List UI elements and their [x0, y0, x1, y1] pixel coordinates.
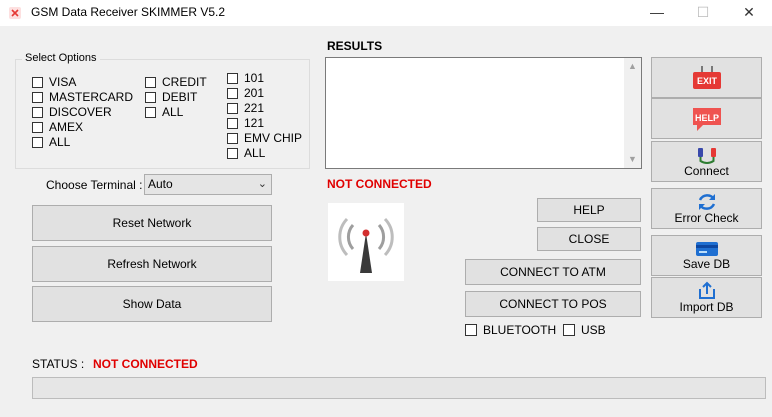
- checkbox-201[interactable]: 201: [227, 86, 264, 100]
- checkbox-101[interactable]: 101: [227, 71, 264, 85]
- connection-status-text: NOT CONNECTED: [327, 177, 432, 191]
- maximize-button[interactable]: ☐: [680, 0, 726, 26]
- checkbox-label: CREDIT: [162, 75, 207, 89]
- checkbox-box[interactable]: [32, 91, 43, 103]
- chevron-down-icon[interactable]: ⌄: [258, 175, 267, 194]
- checkbox-121[interactable]: 121: [227, 116, 264, 130]
- plug-icon: [697, 148, 716, 164]
- exit-badge-text: EXIT: [696, 76, 717, 86]
- refresh-icon: [698, 194, 715, 210]
- status-label: STATUS :: [32, 357, 85, 371]
- import-icon: [698, 281, 715, 299]
- checkbox-box[interactable]: [32, 136, 43, 148]
- checkbox-amex[interactable]: AMEX: [32, 120, 83, 134]
- checkbox-label: VISA: [49, 75, 77, 89]
- terminal-select-value: Auto: [148, 177, 173, 191]
- close-button[interactable]: CLOSE: [537, 227, 641, 251]
- checkbox-credit[interactable]: CREDIT: [145, 75, 207, 89]
- checkbox-box[interactable]: [227, 117, 238, 129]
- reset-network-button[interactable]: Reset Network: [32, 205, 272, 241]
- checkbox-box[interactable]: [465, 324, 477, 336]
- connect-to-pos-button[interactable]: CONNECT TO POS: [465, 291, 641, 317]
- checkbox-label: ALL: [162, 105, 184, 119]
- title-bar: GSM Data Receiver SKIMMER V5.2 — ☐ ✕: [0, 0, 772, 26]
- checkbox-box[interactable]: [227, 87, 238, 99]
- minimize-button[interactable]: —: [634, 0, 680, 26]
- credit-card-icon: [695, 242, 718, 256]
- window-title: GSM Data Receiver SKIMMER V5.2: [31, 5, 226, 19]
- exit-sign-icon: EXIT: [692, 65, 721, 89]
- connect-button-label: Connect: [684, 164, 729, 178]
- checkbox-box[interactable]: [227, 147, 238, 159]
- results-scrollbar[interactable]: ▲ ▼: [624, 58, 641, 168]
- checkbox-label: 201: [244, 86, 265, 100]
- results-textarea[interactable]: ▲ ▼: [325, 57, 642, 169]
- checkbox-box[interactable]: [32, 76, 43, 88]
- checkbox-label: AMEX: [49, 120, 84, 134]
- checkbox-usb[interactable]: USB: [563, 323, 606, 337]
- exit-button[interactable]: EXIT: [651, 57, 762, 98]
- checkbox-label: BLUETOOTH: [483, 323, 557, 337]
- checkbox-label: USB: [581, 323, 606, 337]
- help-bubble-icon: HELP: [692, 107, 721, 131]
- antenna-icon: [338, 217, 394, 273]
- app-icon: [9, 7, 21, 19]
- checkbox-label: 221: [244, 101, 265, 115]
- checkbox-label: MASTERCARD: [49, 90, 134, 104]
- checkbox-all-types[interactable]: ALL: [145, 105, 183, 119]
- help-side-button[interactable]: HELP: [651, 98, 762, 139]
- error-check-button[interactable]: Error Check: [651, 188, 762, 229]
- checkbox-label: DEBIT: [162, 90, 198, 104]
- checkbox-emv-chip[interactable]: EMV CHIP: [227, 131, 302, 145]
- checkbox-label: ALL: [49, 135, 71, 149]
- terminal-select[interactable]: Auto ⌄: [144, 174, 272, 195]
- terminal-label: Choose Terminal :: [46, 178, 143, 192]
- checkbox-debit[interactable]: DEBIT: [145, 90, 197, 104]
- checkbox-mastercard[interactable]: MASTERCARD: [32, 90, 133, 104]
- show-data-button[interactable]: Show Data: [32, 286, 272, 322]
- results-label: RESULTS: [327, 39, 383, 53]
- checkbox-all-codes[interactable]: ALL: [227, 146, 265, 160]
- scroll-down-icon[interactable]: ▼: [624, 151, 641, 168]
- checkbox-box[interactable]: [145, 76, 156, 88]
- scroll-up-icon[interactable]: ▲: [624, 58, 641, 75]
- checkbox-221[interactable]: 221: [227, 101, 264, 115]
- checkbox-visa[interactable]: VISA: [32, 75, 76, 89]
- checkbox-box[interactable]: [227, 102, 238, 114]
- checkbox-box[interactable]: [227, 72, 238, 84]
- progress-bar: [32, 377, 766, 399]
- checkbox-label: 121: [244, 116, 265, 130]
- import-db-button[interactable]: Import DB: [651, 277, 762, 318]
- connect-button[interactable]: Connect: [651, 141, 762, 182]
- help-badge-text: HELP: [694, 113, 718, 123]
- checkbox-box[interactable]: [227, 132, 238, 144]
- checkbox-label: ALL: [244, 146, 266, 160]
- window-close-button[interactable]: ✕: [726, 0, 772, 26]
- checkbox-label: 101: [244, 71, 265, 85]
- checkbox-box[interactable]: [563, 324, 575, 336]
- checkbox-box[interactable]: [145, 91, 156, 103]
- connect-to-atm-button[interactable]: CONNECT TO ATM: [465, 259, 641, 285]
- checkbox-box[interactable]: [145, 106, 156, 118]
- checkbox-box[interactable]: [32, 106, 43, 118]
- checkbox-label: EMV CHIP: [244, 131, 303, 145]
- error-check-button-label: Error Check: [674, 211, 739, 225]
- checkbox-box[interactable]: [32, 121, 43, 133]
- save-db-button[interactable]: Save DB: [651, 235, 762, 276]
- checkbox-discover[interactable]: DISCOVER: [32, 105, 112, 119]
- signal-antenna-image: [328, 203, 404, 281]
- select-options-legend: Select Options: [22, 52, 100, 64]
- help-button[interactable]: HELP: [537, 198, 641, 222]
- status-value: NOT CONNECTED: [93, 357, 198, 371]
- refresh-network-button[interactable]: Refresh Network: [32, 246, 272, 282]
- save-db-button-label: Save DB: [682, 257, 731, 271]
- checkbox-label: DISCOVER: [49, 105, 112, 119]
- checkbox-all-brands[interactable]: ALL: [32, 135, 70, 149]
- checkbox-bluetooth[interactable]: BLUETOOTH: [465, 323, 556, 337]
- import-db-button-label: Import DB: [679, 300, 734, 314]
